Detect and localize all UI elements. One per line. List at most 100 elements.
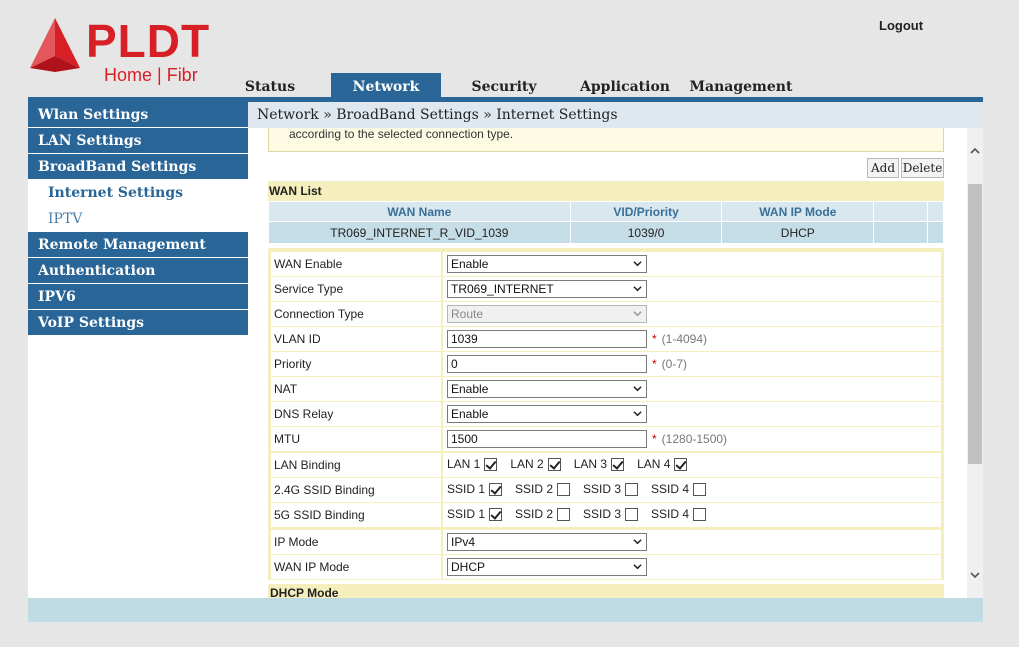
ip-mode-select[interactable]: IPv4 <box>447 533 647 551</box>
dns-relay-select[interactable]: Enable <box>447 405 647 423</box>
ssid24-2-checkbox[interactable] <box>557 482 571 496</box>
tab-security[interactable]: Security <box>445 73 563 98</box>
ssid5-4-checkbox[interactable] <box>693 507 707 521</box>
lan4-checkbox[interactable] <box>674 457 688 471</box>
logout-link[interactable]: Logout <box>879 18 923 33</box>
sidebar-item-remote-management[interactable]: Remote Management <box>28 232 248 258</box>
chevron-down-icon[interactable] <box>970 570 980 580</box>
ssid5-4-option: SSID 4 <box>651 507 707 521</box>
delete-button[interactable]: Delete <box>901 158 944 178</box>
wan-enable-select[interactable]: Enable <box>447 255 647 273</box>
chevron-down-icon <box>633 386 642 392</box>
table-header-row: WAN Name VID/Priority WAN IP Mode <box>268 201 944 222</box>
header: PLDT Home | Fibr Logout Status Network S… <box>0 0 1019 100</box>
row-divider <box>441 327 443 351</box>
lan4-label: LAN 4 <box>637 457 671 471</box>
form-row-wan-enable: WAN Enable Enable <box>271 252 941 276</box>
sidebar-subitem-internet-settings[interactable]: Internet Settings <box>28 180 248 206</box>
vlan-id-label: VLAN ID <box>274 332 321 346</box>
sidebar-item-lan-settings[interactable]: LAN Settings <box>28 128 248 154</box>
scrollbar-thumb[interactable] <box>968 184 982 464</box>
mtu-label: MTU <box>274 432 300 446</box>
chevron-down-icon <box>633 411 642 417</box>
form-row-lan-binding: LAN Binding LAN 1 LAN 2 LAN 3 LAN 4 <box>271 453 941 477</box>
brand-subtitle: Home | Fibr <box>104 65 198 85</box>
tab-status[interactable]: Status <box>232 73 308 98</box>
connection-type-value: Route <box>451 307 484 321</box>
tab-application[interactable]: Application <box>567 73 683 98</box>
lan2-checkbox[interactable] <box>547 457 561 471</box>
sidebar-item-wlan-settings[interactable]: Wlan Settings <box>28 102 248 128</box>
dns-relay-label: DNS Relay <box>274 407 334 421</box>
mtu-input[interactable]: 1500 <box>447 430 647 448</box>
ssid24-4-option: SSID 4 <box>651 482 707 496</box>
ssid5-2-checkbox[interactable] <box>557 507 571 521</box>
breadcrumb: Network » BroadBand Settings » Internet … <box>248 102 983 128</box>
table-row[interactable]: TR069_INTERNET_R_VID_1039 1039/0 DHCP <box>268 221 944 244</box>
lan1-checkbox[interactable] <box>484 457 498 471</box>
lan-binding-label: LAN Binding <box>274 458 341 472</box>
column-header-vid-priority: VID/Priority <box>569 201 723 222</box>
ssid24-3-label: SSID 3 <box>583 482 622 496</box>
ssid24-2-label: SSID 2 <box>515 482 554 496</box>
ssid24-4-checkbox[interactable] <box>693 482 707 496</box>
chevron-down-icon <box>633 311 642 317</box>
required-mark: * <box>652 432 657 446</box>
ssid24-binding-label: 2.4G SSID Binding <box>274 483 375 497</box>
add-button[interactable]: Add <box>867 158 899 178</box>
priority-hint: * (0-7) <box>652 357 687 371</box>
required-mark: * <box>652 332 657 346</box>
sidebar-item-voip-settings[interactable]: VoIP Settings <box>28 310 248 336</box>
wan-ip-mode-select[interactable]: DHCP <box>447 558 647 576</box>
column-header-wan-ip-mode: WAN IP Mode <box>721 201 875 222</box>
chevron-up-icon[interactable] <box>970 146 980 156</box>
ssid5-3-checkbox[interactable] <box>625 507 639 521</box>
sidebar-item-authentication[interactable]: Authentication <box>28 258 248 284</box>
form-row-dns-relay: DNS Relay Enable <box>271 402 941 426</box>
cell-blank <box>873 221 929 244</box>
wan-settings-form: WAN Enable Enable Service Type TR069_INT… <box>268 248 944 580</box>
sidebar-item-ipv6[interactable]: IPV6 <box>28 284 248 310</box>
ssid24-1-label: SSID 1 <box>447 482 486 496</box>
ssid5-1-option: SSID 1 <box>447 507 503 521</box>
connection-type-select[interactable]: Route <box>447 305 647 323</box>
row-divider <box>441 377 443 401</box>
vlan-id-input[interactable]: 1039 <box>447 330 647 348</box>
wan-enable-value: Enable <box>451 257 489 271</box>
vlan-id-hint: * (1-4094) <box>652 332 707 346</box>
ssid5-4-label: SSID 4 <box>651 507 690 521</box>
notice-box: according to the selected connection typ… <box>268 128 944 152</box>
chevron-down-icon <box>633 261 642 267</box>
ssid5-binding-checkboxes: SSID 1 SSID 2 SSID 3 SSID 4 <box>447 507 719 521</box>
pldt-logo: PLDT Home | Fibr <box>28 14 218 86</box>
vertical-scrollbar[interactable] <box>967 128 983 598</box>
dns-relay-value: Enable <box>451 407 489 421</box>
ssid24-binding-checkboxes: SSID 1 SSID 2 SSID 3 SSID 4 <box>447 482 719 496</box>
priority-input[interactable]: 0 <box>447 355 647 373</box>
cell-blank-2 <box>927 221 944 244</box>
form-row-vlan-id: VLAN ID 1039 * (1-4094) <box>271 327 941 351</box>
tab-network[interactable]: Network <box>331 73 441 98</box>
sidebar-item-broadband-settings[interactable]: BroadBand Settings <box>28 154 248 180</box>
ip-mode-label: IP Mode <box>274 535 319 549</box>
footer-bar <box>28 598 983 622</box>
wan-list-title: WAN List <box>268 181 944 201</box>
ssid24-3-checkbox[interactable] <box>625 482 639 496</box>
required-mark: * <box>652 357 657 371</box>
service-type-select[interactable]: TR069_INTERNET <box>447 280 647 298</box>
tab-management[interactable]: Management <box>683 73 799 98</box>
row-divider <box>441 352 443 376</box>
cell-wan-name: TR069_INTERNET_R_VID_1039 <box>268 221 571 244</box>
chevron-down-icon <box>633 539 642 545</box>
lan3-checkbox[interactable] <box>611 457 625 471</box>
row-divider <box>441 427 443 451</box>
sidebar-subitem-iptv[interactable]: IPTV <box>28 206 248 232</box>
nat-select[interactable]: Enable <box>447 380 647 398</box>
column-header-blank <box>873 201 929 222</box>
ssid24-2-option: SSID 2 <box>515 482 571 496</box>
row-divider <box>441 402 443 426</box>
lan2-label: LAN 2 <box>510 457 544 471</box>
row-divider <box>441 277 443 301</box>
ssid24-1-checkbox[interactable] <box>489 482 503 496</box>
ssid5-1-checkbox[interactable] <box>489 507 503 521</box>
